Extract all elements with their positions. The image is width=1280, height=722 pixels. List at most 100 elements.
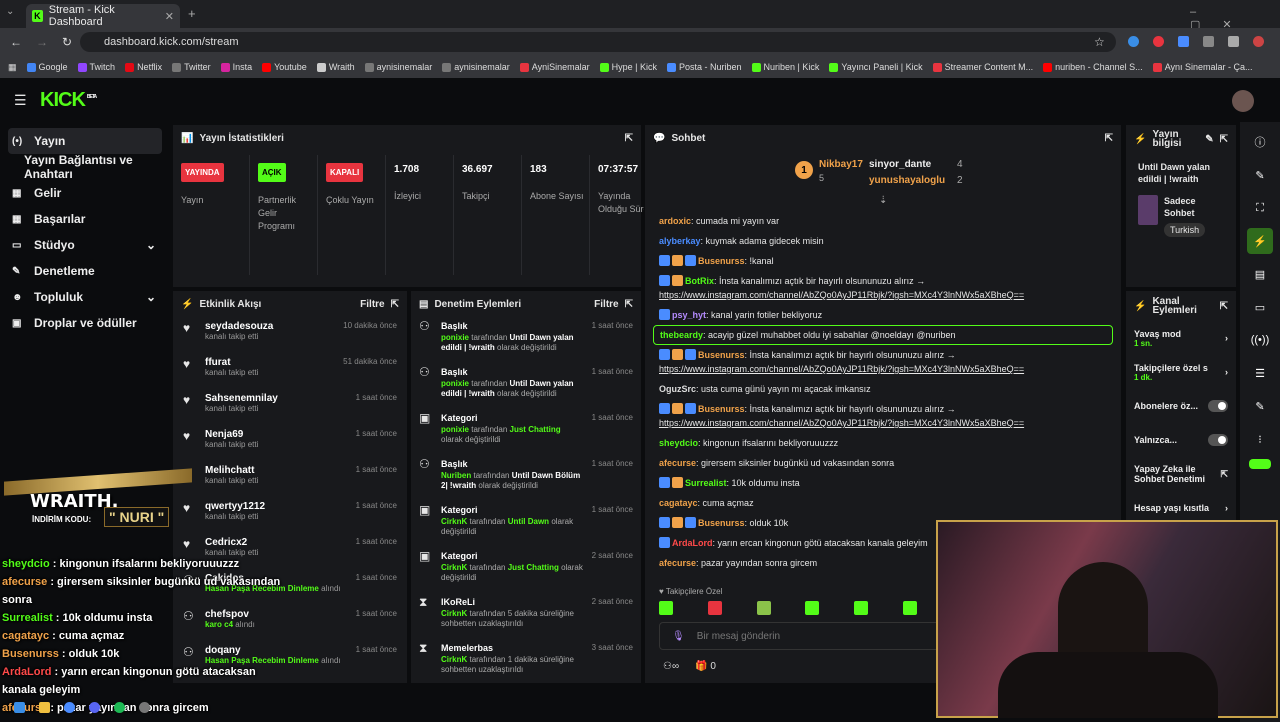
crop-icon[interactable]: ⛶ bbox=[1247, 195, 1273, 221]
chat-message[interactable]: afecurse: girersem siksinler bugünkü ud … bbox=[645, 453, 1121, 473]
feed-item[interactable]: ♥ seydadesouza kanalı takip etti 10 dakika … bbox=[173, 317, 407, 353]
bolt-icon[interactable]: ⚡ bbox=[1247, 228, 1273, 254]
obs-icon[interactable] bbox=[139, 701, 150, 713]
sidebar-item[interactable]: ✎ Denetleme bbox=[0, 258, 170, 284]
spotify-icon[interactable] bbox=[114, 701, 125, 713]
top-gifter-2[interactable]: sinyor_dante bbox=[869, 159, 931, 170]
link-icon[interactable]: ⚇∞ bbox=[663, 661, 679, 672]
wrench-icon[interactable]: ✎ bbox=[1247, 393, 1273, 419]
sidebar-item[interactable]: ▦ Başarılar bbox=[0, 206, 170, 232]
chat-user[interactable]: ardoxic bbox=[659, 216, 691, 226]
sidebar-item[interactable]: ▦ Gelir bbox=[0, 180, 170, 206]
kick-logo[interactable]: KICK BETA bbox=[40, 89, 97, 112]
top-gifter-3[interactable]: yunushayaloglu bbox=[869, 175, 945, 186]
chat-user[interactable]: alyberkay bbox=[659, 236, 701, 246]
mod-item[interactable]: ▣ Kategori CirknK tarafından Just Chatting… bbox=[411, 547, 641, 593]
mod-item[interactable]: ⚇ Başlık ponixie tarafından Until Dawn yal… bbox=[411, 363, 641, 409]
sidebar-item[interactable]: ▭ Stüdyo ⌄ bbox=[0, 232, 170, 258]
chat-message[interactable]: Surrealist: 10k oldumu insta bbox=[645, 473, 1121, 493]
channel-action-item[interactable]: Yavaş mod 1 sn. › bbox=[1126, 321, 1236, 355]
toggle[interactable] bbox=[1207, 434, 1228, 446]
edit-icon[interactable]: ✎ bbox=[1205, 134, 1213, 145]
chevron-right-icon[interactable]: › bbox=[1225, 367, 1228, 377]
chat-user[interactable]: cagatayc bbox=[659, 498, 698, 508]
feed-item[interactable]: ♥Melihchattkanalı takip etti1 saat önce bbox=[173, 461, 407, 497]
mic-icon[interactable]: 🎙 bbox=[672, 631, 685, 642]
chat-user[interactable]: BotRix bbox=[685, 276, 714, 286]
info-category[interactable]: Sadece Sohbet bbox=[1164, 195, 1220, 219]
reload-icon[interactable]: ↻ bbox=[62, 35, 72, 49]
apps-icon[interactable]: ▦ bbox=[8, 62, 17, 73]
tab-close-icon[interactable]: ✕ bbox=[165, 10, 174, 23]
chat-user[interactable]: afecurse bbox=[659, 458, 696, 468]
avatar[interactable] bbox=[1232, 90, 1254, 112]
mod-item[interactable]: ⚇ Başlık ponixie tarafından Until Dawn yal… bbox=[411, 317, 641, 363]
popout-icon[interactable]: ⇱ bbox=[1220, 134, 1228, 145]
popout-icon[interactable]: ⇱ bbox=[1220, 301, 1228, 312]
bookmark-item[interactable]: Youtube bbox=[262, 62, 307, 72]
expand-icon[interactable]: ⇣ bbox=[879, 195, 887, 206]
chat-user[interactable]: Busenurss bbox=[698, 350, 745, 360]
mod-item[interactable]: ▣ Kategori ponixie tarafından Just Chattin… bbox=[411, 409, 641, 455]
bookmark-item[interactable]: nuriben - Channel S... bbox=[1043, 62, 1143, 72]
sidebar-item[interactable]: ☻ Topluluk ⌄ bbox=[0, 284, 170, 310]
chat-message[interactable]: ardoxic: cumada mi yayın var bbox=[645, 211, 1121, 231]
chat-message[interactable]: BotRix: İnsta kanalımızı açtık bir hayır… bbox=[645, 271, 1121, 305]
mod-item[interactable]: ⧗ IKoReLi CirknK tarafından 5 dakika sürel… bbox=[411, 593, 641, 639]
chevron-right-icon[interactable]: › bbox=[1225, 333, 1228, 343]
feed-item[interactable]: ♥ ffurat kanalı takip etti 51 dakika önce bbox=[173, 353, 407, 389]
back-icon[interactable]: ← bbox=[10, 35, 22, 49]
dots-icon[interactable]: ⁝ bbox=[1247, 426, 1273, 452]
tab-search-icon[interactable]: ⌄ bbox=[6, 6, 20, 20]
chat-message[interactable]: Busenurss: İnsta kanalımızı açtık bir ha… bbox=[645, 399, 1121, 433]
toggle[interactable] bbox=[1207, 400, 1228, 412]
chat-message[interactable]: alyberkay: kuymak adama gidecek misin bbox=[645, 231, 1121, 251]
sidebar-item[interactable]: ▣ Droplar ve ödüller bbox=[0, 310, 170, 336]
channel-action-item[interactable]: Yapay Zeka ile Sohbet Denetimi ⇱ bbox=[1126, 457, 1236, 491]
green-action-icon[interactable] bbox=[1249, 459, 1271, 469]
chat-user[interactable]: sheydcio bbox=[659, 438, 698, 448]
chat-link[interactable]: https://www.instagram.com/channel/AbZQo0… bbox=[659, 290, 1024, 300]
chat-user[interactable]: afecurse bbox=[659, 558, 696, 568]
bookmark-item[interactable]: AyniSinemalar bbox=[519, 62, 590, 72]
mod-item[interactable]: ⧗ Memelerbas CirknK tarafından 1 dakika sü… bbox=[411, 639, 641, 683]
windows-icon[interactable] bbox=[14, 701, 25, 713]
pencil-icon[interactable]: ✎ bbox=[1247, 162, 1273, 188]
info-icon[interactable]: ⓘ bbox=[1247, 129, 1273, 155]
popout-icon[interactable]: ⇱ bbox=[1105, 133, 1113, 144]
sidebar-item[interactable]: Yayın Bağlantısı ve Anahtarı bbox=[0, 153, 170, 181]
mod-item[interactable]: ▣ Kategori CirknK tarafından Until Dawn ol… bbox=[411, 501, 641, 547]
chat-link[interactable]: https://www.instagram.com/channel/AbZQo0… bbox=[659, 364, 1024, 374]
channel-action-item[interactable]: Yalnızca... bbox=[1126, 423, 1236, 457]
bookmark-item[interactable]: Twitter bbox=[172, 62, 211, 72]
bookmark-item[interactable]: Nuriben | Kick bbox=[751, 62, 819, 72]
chat-user[interactable]: Busenurss bbox=[698, 404, 745, 414]
bookmark-item[interactable]: Posta - Nuriben bbox=[666, 62, 742, 72]
chat-message[interactable]: thebeardy: acayip güzel muhabbet oldu iy… bbox=[653, 325, 1113, 345]
extension-icons[interactable] bbox=[1128, 36, 1264, 47]
url-input[interactable]: dashboard.kick.com/stream bbox=[80, 32, 1116, 52]
chat-user[interactable]: Busenurss bbox=[698, 518, 745, 528]
chat-message[interactable]: Busenurss: İnsta kanalımızı açtık bir ha… bbox=[645, 345, 1121, 379]
bookmark-item[interactable]: aynisinemalar bbox=[442, 62, 510, 72]
chrome-icon[interactable] bbox=[64, 701, 75, 713]
bookmark-item[interactable]: Twitch bbox=[77, 62, 115, 72]
discord-icon[interactable] bbox=[89, 701, 100, 713]
folder-icon[interactable] bbox=[39, 701, 50, 713]
chevron-right-icon[interactable]: › bbox=[1225, 503, 1228, 513]
list-icon[interactable]: ☰ bbox=[1247, 360, 1273, 386]
bookmark-item[interactable]: Google bbox=[26, 62, 68, 72]
bookmark-item[interactable]: aynisinemalar bbox=[364, 62, 432, 72]
chat-message[interactable]: Busenurss: !kanal bbox=[645, 251, 1121, 271]
chat-icon[interactable]: ▭ bbox=[1247, 294, 1273, 320]
bookmark-star-icon[interactable]: ☆ bbox=[1094, 35, 1105, 49]
popout-icon[interactable]: ⇱ bbox=[625, 299, 633, 310]
popout-icon[interactable]: ⇱ bbox=[625, 133, 633, 144]
broadcast-icon[interactable]: ((•)) bbox=[1247, 327, 1273, 353]
chat-message[interactable]: OguzSrc: usta cuma günü yayın mı açacak … bbox=[645, 379, 1121, 399]
feed-item[interactable]: ♥ qwertyy1212 kanalı takip etti 1 saat önce bbox=[173, 497, 407, 533]
channel-action-item[interactable]: Takipçilere özel s1 dk. › bbox=[1126, 355, 1236, 389]
browser-tab[interactable]: K Stream - Kick Dashboard ✕ bbox=[26, 4, 180, 28]
emote-bar[interactable] bbox=[659, 601, 919, 615]
chat-user[interactable]: Busenurss bbox=[698, 256, 745, 266]
